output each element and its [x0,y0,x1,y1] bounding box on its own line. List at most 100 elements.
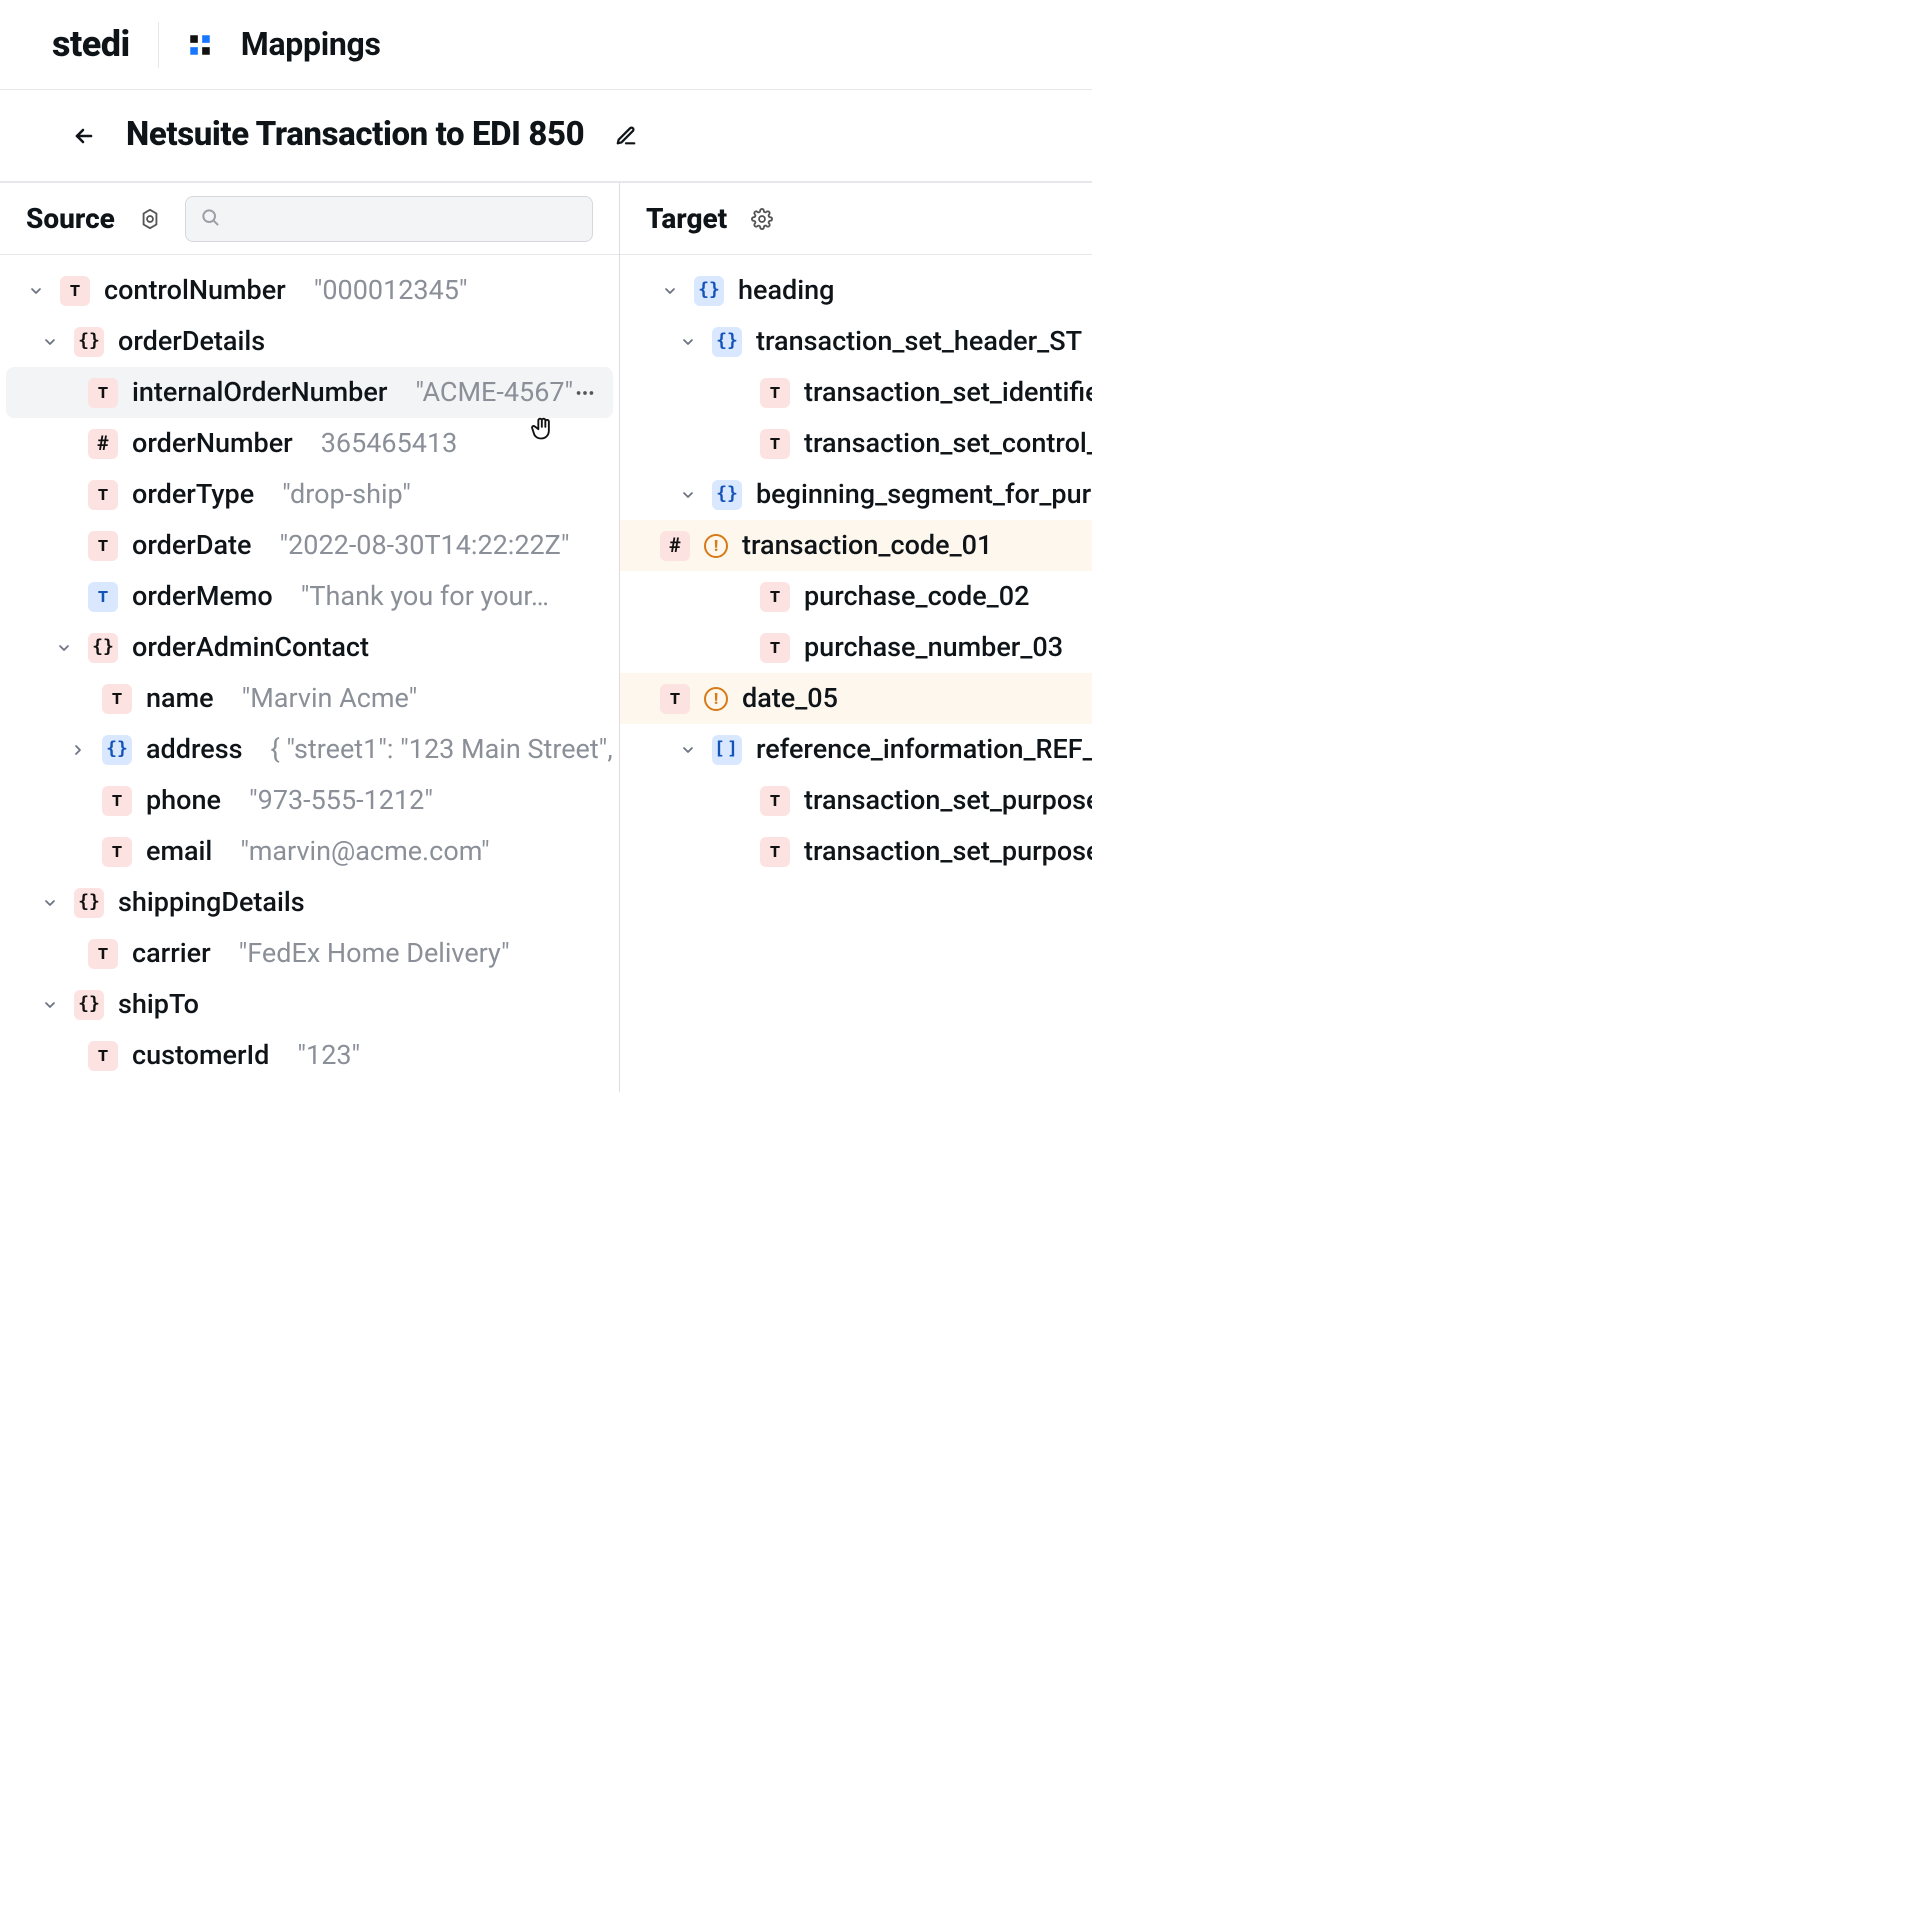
target-header: Target [620,183,1092,255]
tree-row[interactable]: T!date_05 [620,673,1092,724]
source-settings-button[interactable] [137,206,163,232]
chevron-right-icon[interactable] [68,740,88,760]
tree-row[interactable]: Tpurchase_code_02 [626,571,1086,622]
tree-row[interactable]: {}shippingDetails [6,877,613,928]
field-key: shippingDetails [118,884,305,920]
field-key: purchase_code_02 [804,578,1029,614]
type-badge: T [88,480,118,510]
chevron-down-icon[interactable] [678,485,698,505]
field-key: orderAdminContact [132,629,369,665]
field-key: orderDate [132,527,251,563]
tree-row[interactable]: {}beginning_segment_for_purcha [626,469,1086,520]
source-tree: TcontrolNumber"000012345" {}orderDetails… [0,255,619,1081]
tree-row[interactable]: TcustomerId"123" [6,1030,613,1081]
search-icon [200,200,220,236]
field-key: shipTo [118,986,199,1022]
field-key: purchase_number_03 [804,629,1063,665]
field-value: "FedEx Home Delivery" [239,935,510,971]
field-value: "Thank you for your… [301,578,549,614]
tree-row[interactable]: {}transaction_set_header_ST [626,316,1086,367]
tree-row[interactable]: Temail"marvin@acme.com" [6,826,613,877]
source-search[interactable] [185,196,593,242]
field-key: orderNumber [132,425,293,461]
chevron-down-icon[interactable] [40,893,60,913]
field-key: email [146,833,212,869]
warning-icon: ! [704,534,728,558]
chevron-down-icon[interactable] [54,638,74,658]
type-badge: T [760,378,790,408]
type-badge: T [760,786,790,816]
page-title: Netsuite Transaction to EDI 850 [126,113,584,158]
chevron-down-icon[interactable] [40,332,60,352]
tree-row[interactable]: {}shipTo [6,979,613,1030]
tree-row[interactable]: #!transaction_code_01 [620,520,1092,571]
titlebar: Netsuite Transaction to EDI 850 [0,90,1092,182]
type-badge: T [88,378,118,408]
field-key: orderMemo [132,578,273,614]
type-badge: T [88,531,118,561]
tree-row[interactable]: Tcarrier "FedEx Home Delivery" [6,928,613,979]
field-key: orderType [132,476,254,512]
chevron-down-icon[interactable] [660,281,680,301]
warning-icon: ! [704,687,728,711]
chevron-down-icon[interactable] [26,281,46,301]
topbar: stedi Mappings [0,0,1092,90]
type-badge: T [102,786,132,816]
tree-row[interactable]: # orderNumber 365465413 [6,418,613,469]
tree-row[interactable]: {}orderAdminContact [6,622,613,673]
field-value: "973-555-1212" [249,782,433,818]
edit-button[interactable] [612,122,640,150]
tree-row[interactable]: TinternalOrderNumber "ACME-4567" [6,367,613,418]
chevron-down-icon[interactable] [678,332,698,352]
field-key: internalOrderNumber [132,374,387,410]
target-panel: Target {}heading {}transaction_set [620,183,1092,1092]
type-badge: T [760,429,790,459]
field-key: beginning_segment_for_purcha [756,476,1092,512]
tree-row[interactable]: Tphone"973-555-1212" [6,775,613,826]
tree-row[interactable]: TorderDate "2022-08-30T14:22:22Z" [6,520,613,571]
type-badge: # [660,531,690,561]
field-key: reference_information_REF_cus [756,731,1092,767]
tree-row[interactable]: TorderType "drop-ship" [6,469,613,520]
type-badge: {} [102,735,132,765]
field-value: "drop-ship" [282,476,411,512]
field-value: "ACME-4567" [415,374,573,410]
tree-row[interactable]: Tname"Marvin Acme" [6,673,613,724]
type-badge: T [760,582,790,612]
type-badge: [] [712,735,742,765]
field-value: { "street1": "123 Main Street", "c [271,731,620,767]
tree-row[interactable]: Ttransaction_set_purpose_code [626,775,1086,826]
field-value: "Marvin Acme" [242,680,418,716]
field-value: 365465413 [321,425,458,461]
field-value: "2022-08-30T14:22:22Z" [279,527,569,563]
tree-row[interactable]: TcontrolNumber"000012345" [6,265,613,316]
back-button[interactable] [70,122,98,150]
tree-row[interactable]: Tpurchase_number_03 [626,622,1086,673]
tree-row[interactable]: Ttransaction_set_control_numb [626,418,1086,469]
type-badge: T [88,939,118,969]
type-badge: T [88,582,118,612]
app-icon [187,32,213,58]
type-badge: T [760,837,790,867]
field-key: controlNumber [104,272,286,308]
field-key: name [146,680,214,716]
type-badge: {} [694,276,724,306]
chevron-down-icon[interactable] [40,995,60,1015]
chevron-down-icon[interactable] [678,740,698,760]
row-more-button[interactable] [573,378,597,408]
tree-row[interactable]: Ttransaction_set_identifier_cod [626,367,1086,418]
tree-row[interactable]: Ttransaction_set_purpose_code [626,826,1086,877]
type-badge: {} [712,480,742,510]
field-key: customerId [132,1037,269,1073]
source-search-input[interactable] [230,205,578,233]
target-settings-button[interactable] [749,206,775,232]
field-key: carrier [132,935,211,971]
type-badge: T [88,1041,118,1071]
divider [158,22,159,68]
type-badge: # [88,429,118,459]
tree-row[interactable]: {}orderDetails [6,316,613,367]
tree-row[interactable]: []reference_information_REF_cus [626,724,1086,775]
tree-row[interactable]: {}address{ "street1": "123 Main Street",… [6,724,613,775]
tree-row[interactable]: TorderMemo "Thank you for your… [6,571,613,622]
tree-row[interactable]: {}heading [626,265,1086,316]
